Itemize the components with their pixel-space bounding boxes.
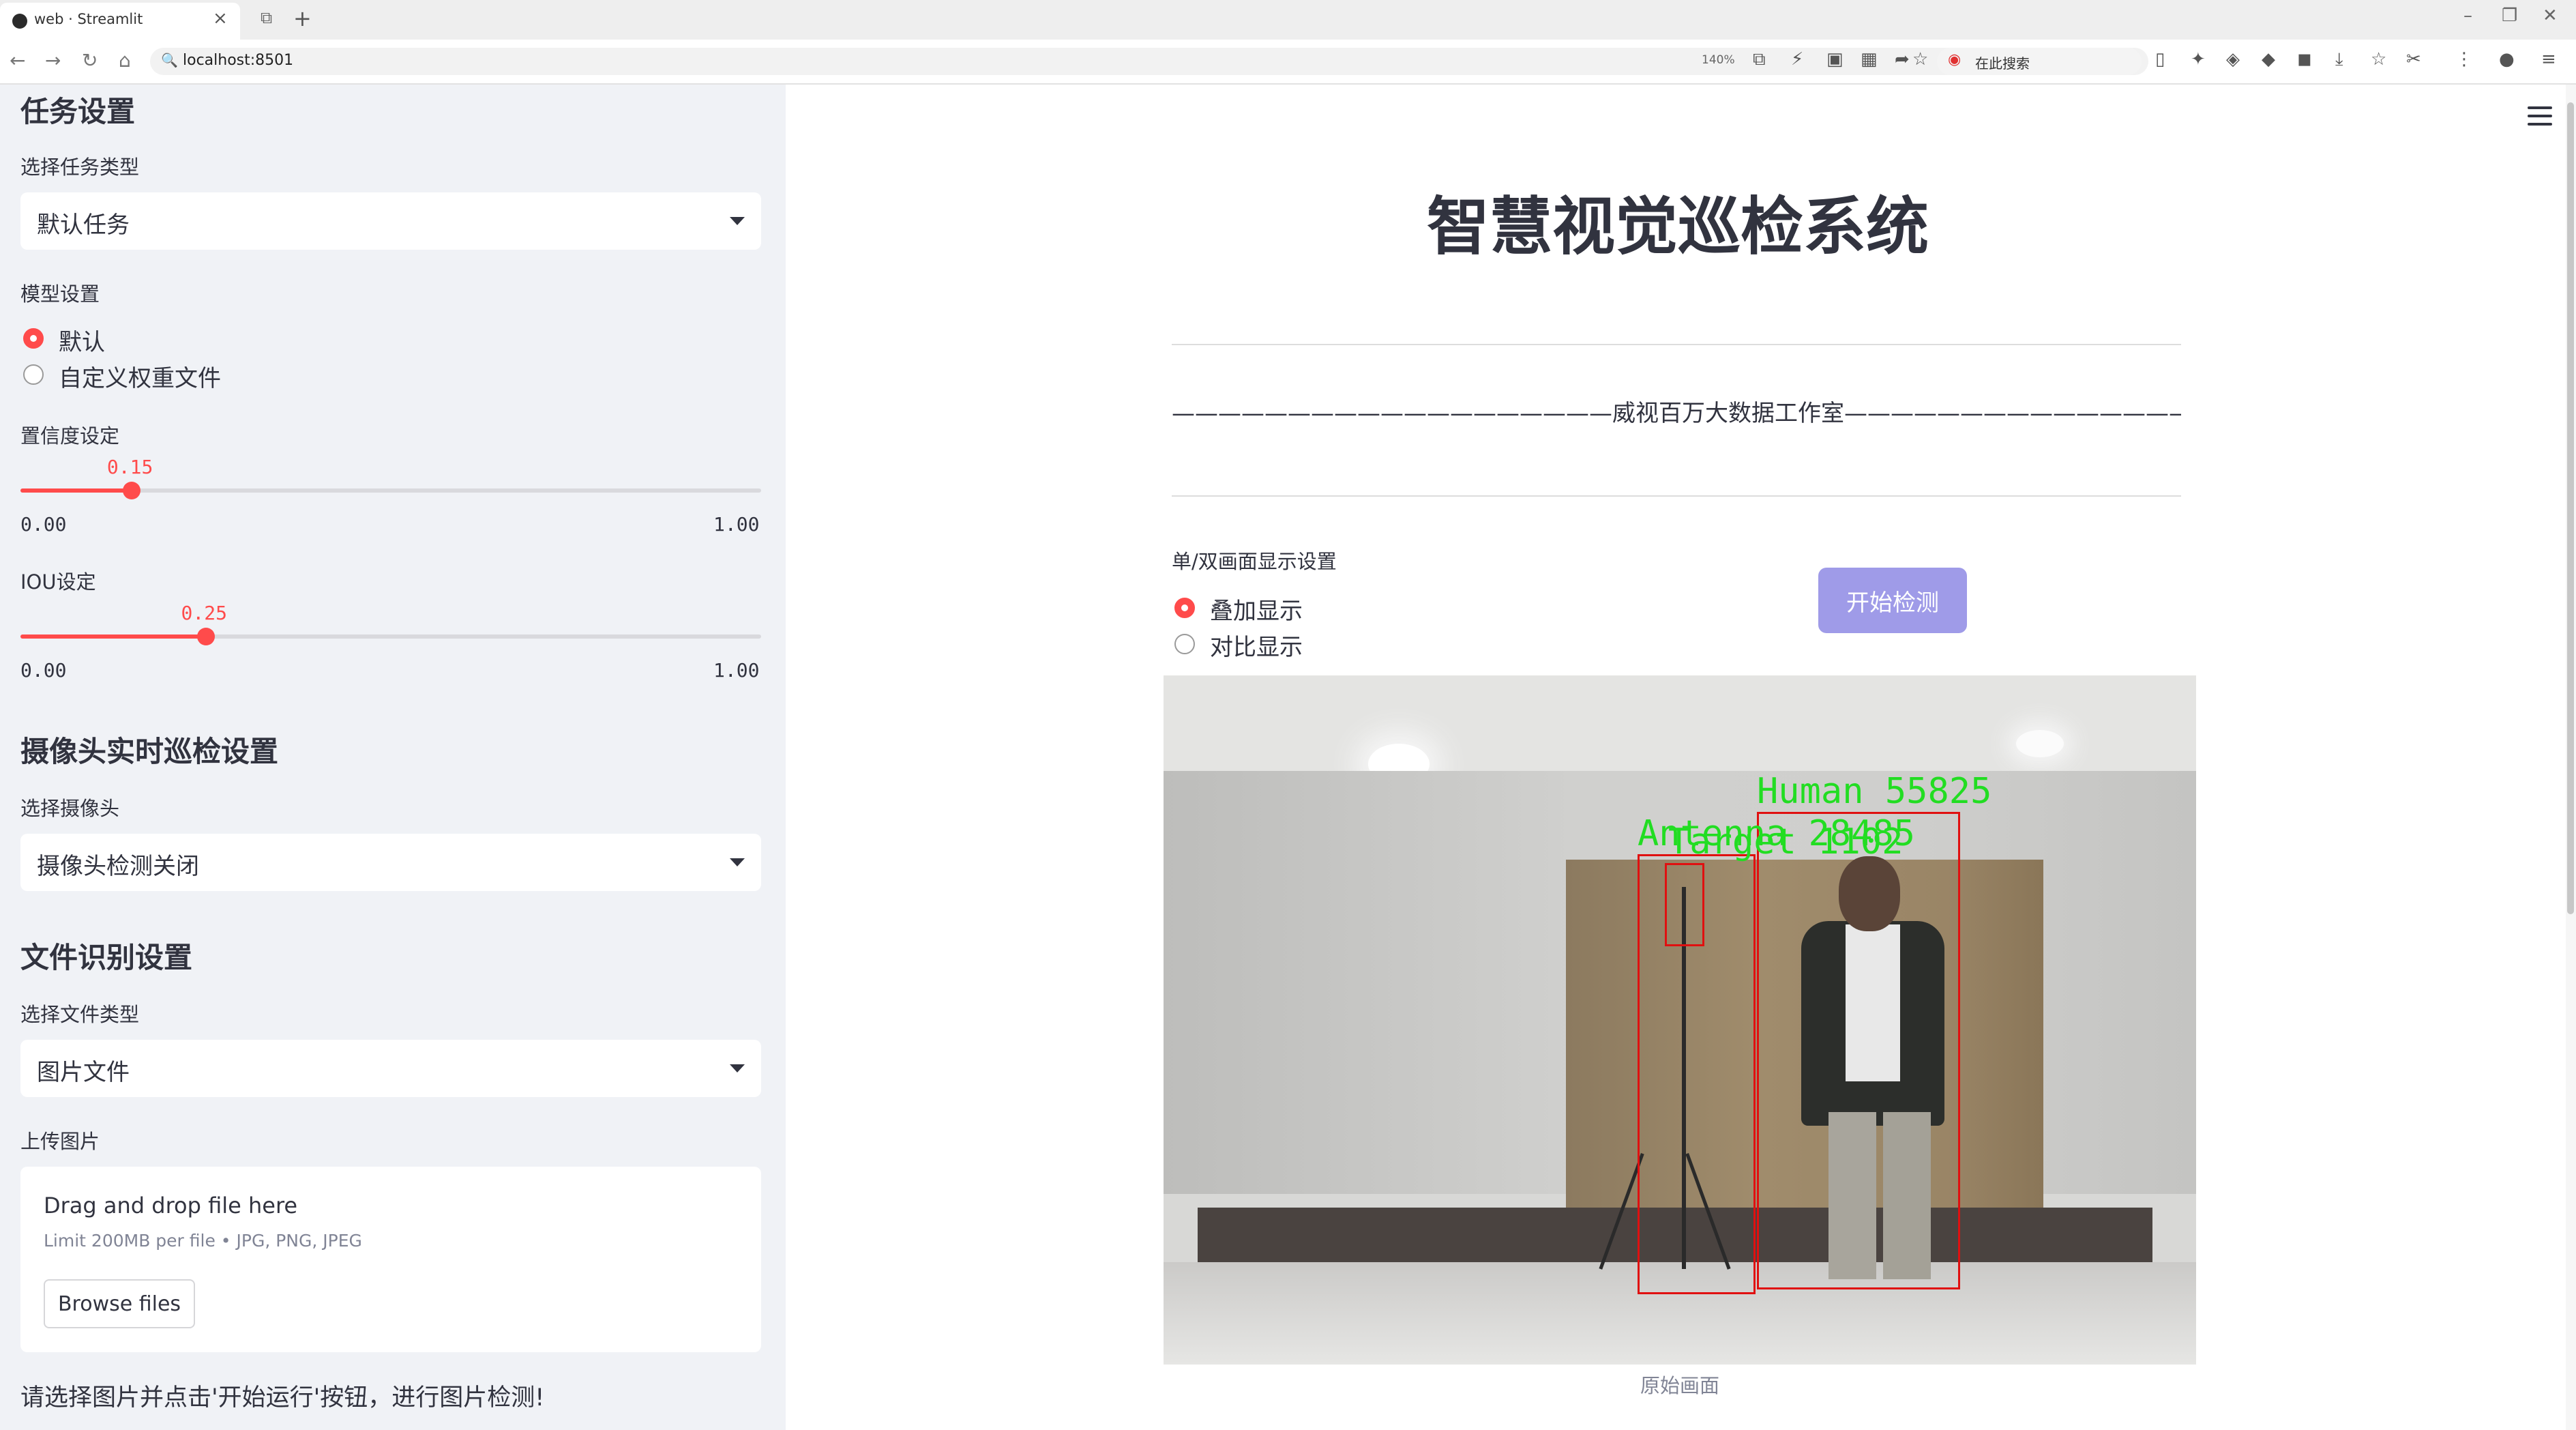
- human-detection-label: Human 55825: [1757, 771, 1992, 812]
- new-tab-icon[interactable]: +: [293, 5, 312, 31]
- human-bounding-box: [1757, 812, 1960, 1289]
- file-type-value: 图片文件: [37, 1059, 130, 1086]
- url-field[interactable]: [150, 48, 2148, 75]
- confidence-label: 置信度设定: [20, 424, 120, 448]
- compare-display-label[interactable]: 对比显示: [1210, 628, 1303, 662]
- file-settings-header: 文件识别设置: [20, 941, 193, 974]
- model-default-label[interactable]: 默认: [59, 323, 105, 357]
- model-custom-radio[interactable]: [23, 364, 44, 385]
- download-icon[interactable]: ⤓: [2335, 49, 2343, 70]
- upload-hint: 请选择图片并点击'开始运行'按钮，进行图片检测!: [20, 1384, 545, 1412]
- iou-max: 1.00: [713, 659, 760, 682]
- target-detection-label: Target 1102: [1668, 821, 1904, 862]
- browse-files-button[interactable]: Browse files: [44, 1279, 195, 1328]
- profile-avatar-icon[interactable]: ●: [2499, 49, 2515, 70]
- file-dropzone[interactable]: Drag and drop file here Limit 200MB per …: [20, 1167, 761, 1352]
- iou-slider-track[interactable]: [20, 634, 761, 639]
- dropzone-limit-text: Limit 200MB per file • JPG, PNG, JPEG: [44, 1231, 362, 1251]
- restore-icon[interactable]: ❐: [2502, 5, 2517, 26]
- detection-result-image: Human 55825 Antenna 28485 Target 1102: [1164, 675, 2196, 1365]
- hamburger-menu-icon[interactable]: [2528, 106, 2552, 128]
- browser-tab-bar: [0, 0, 2576, 40]
- extension-3-icon[interactable]: ◆: [2262, 49, 2275, 70]
- chevron-down-icon: [730, 858, 745, 866]
- forward-icon[interactable]: →: [45, 49, 61, 72]
- task-type-label: 选择任务类型: [20, 156, 140, 179]
- share-icon[interactable]: ➦: [1895, 49, 1910, 70]
- bolt-icon[interactable]: ⚡: [1791, 49, 1803, 70]
- start-detection-button[interactable]: 开始检测: [1818, 568, 1967, 633]
- divider-top: [1172, 344, 2181, 345]
- translate-icon[interactable]: ⧉: [1753, 49, 1766, 70]
- bookmarks-icon[interactable]: ☆: [2371, 49, 2386, 70]
- home-icon[interactable]: ⌂: [119, 49, 131, 72]
- zoom-level[interactable]: 140%: [1702, 53, 1735, 67]
- chevron-down-icon: [730, 217, 745, 225]
- divider-bottom: [1172, 495, 2181, 497]
- capture-icon[interactable]: ▣: [1826, 49, 1844, 70]
- browser-menu-icon[interactable]: ⋮: [2455, 49, 2473, 70]
- tools-icon[interactable]: ✂: [2406, 49, 2421, 70]
- camera-select[interactable]: 摄像头检测关闭: [20, 834, 761, 891]
- ceiling-light: [2016, 730, 2064, 757]
- target-bounding-box: [1665, 863, 1704, 946]
- task-type-select[interactable]: 默认任务: [20, 192, 761, 250]
- confidence-max: 1.00: [713, 513, 760, 536]
- search-engine-icon: ◉: [1948, 51, 1961, 68]
- iou-min: 0.00: [20, 659, 67, 682]
- extension-icon[interactable]: ✦: [2191, 49, 2206, 70]
- task-type-value: 默认任务: [37, 211, 130, 239]
- iou-label: IOU设定: [20, 570, 96, 594]
- url-text[interactable]: localhost:8501: [183, 52, 293, 69]
- camera-select-label: 选择摄像头: [20, 797, 120, 820]
- chevron-down-icon: [730, 1064, 745, 1072]
- extension-2-icon[interactable]: ◈: [2226, 49, 2240, 70]
- overlay-display-label[interactable]: 叠加显示: [1210, 592, 1303, 626]
- camera-settings-header: 摄像头实时巡检设置: [20, 735, 279, 768]
- iou-value: 0.25: [181, 602, 227, 624]
- image-caption: 原始画面: [1640, 1374, 1719, 1397]
- file-type-select[interactable]: 图片文件: [20, 1040, 761, 1097]
- browser-search-label[interactable]: 在此搜索: [1975, 53, 2030, 72]
- tab-close-icon[interactable]: ×: [213, 8, 228, 29]
- streamlit-favicon-icon: [12, 14, 27, 29]
- site-info-icon[interactable]: 🔍: [161, 52, 178, 68]
- browser-search-box[interactable]: [1937, 48, 2142, 75]
- confidence-min: 0.00: [20, 513, 67, 536]
- window-close-icon[interactable]: ✕: [2543, 5, 2558, 26]
- compare-display-radio[interactable]: [1174, 634, 1195, 654]
- confidence-slider-thumb[interactable]: [122, 482, 140, 499]
- dropzone-text: Drag and drop file here: [44, 1193, 298, 1219]
- iou-slider-fill: [20, 634, 206, 639]
- studio-subtitle: ———————————————————威视百万大数据工作室———————————…: [1172, 400, 2181, 427]
- tab-group-icon[interactable]: ⧉: [261, 8, 272, 27]
- model-default-radio[interactable]: [23, 328, 44, 349]
- camera-select-value: 摄像头检测关闭: [37, 853, 199, 880]
- iou-slider-thumb[interactable]: [196, 628, 215, 645]
- file-type-label: 选择文件类型: [20, 1003, 140, 1026]
- scrollbar-thumb[interactable]: [2567, 102, 2574, 914]
- back-icon[interactable]: ←: [10, 49, 25, 72]
- minimize-icon[interactable]: –: [2463, 5, 2472, 26]
- apps-icon[interactable]: ▦: [1861, 49, 1878, 70]
- model-settings-label: 模型设置: [20, 282, 100, 306]
- settings-menu-icon[interactable]: ≡: [2541, 49, 2556, 70]
- task-settings-header: 任务设置: [20, 95, 136, 128]
- tab-title: web · Streamlit: [34, 11, 143, 27]
- page-title: 智慧视觉巡检系统: [1426, 190, 1929, 263]
- display-mode-label: 单/双画面显示设置: [1172, 550, 1337, 573]
- confidence-value: 0.15: [106, 456, 153, 478]
- overlay-display-radio[interactable]: [1174, 598, 1195, 618]
- model-custom-label[interactable]: 自定义权重文件: [59, 360, 221, 393]
- confidence-slider-fill: [20, 488, 132, 493]
- reading-mode-icon[interactable]: ▯: [2155, 49, 2165, 70]
- extension-4-icon[interactable]: ◼: [2297, 49, 2312, 70]
- reload-icon[interactable]: ↻: [82, 49, 98, 72]
- favorite-star-icon[interactable]: ☆: [1912, 49, 1928, 70]
- upload-label: 上传图片: [20, 1130, 100, 1153]
